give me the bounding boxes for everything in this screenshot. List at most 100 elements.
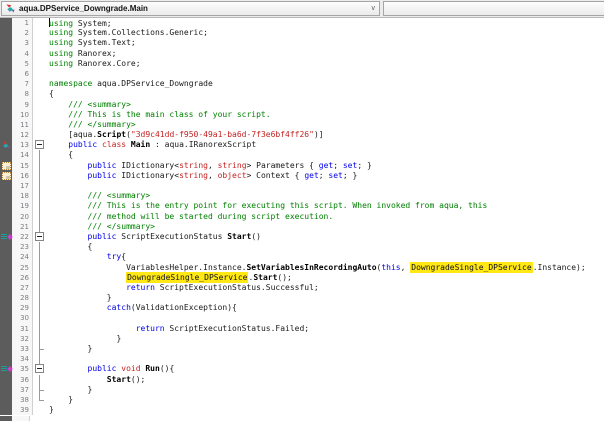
ranorex-script-icon (1, 140, 11, 150)
fold-margin (33, 150, 47, 160)
icon-margin (0, 150, 12, 160)
code-line[interactable]: 8{ (0, 89, 604, 99)
code-text: return ScriptExecutionStatus.Successful; (47, 283, 604, 293)
code-line[interactable]: 38 } (0, 395, 604, 405)
fold-margin[interactable] (33, 232, 47, 242)
fold-margin (33, 405, 47, 415)
code-line[interactable]: 24 try{ (0, 252, 604, 262)
code-text: public class Main : aqua.IRanorexScript (47, 140, 604, 150)
code-line[interactable]: 26 DowngradeSingle_DPService.Start(); (0, 273, 604, 283)
code-line[interactable]: 15 public IDictionary<string, string> Pa… (0, 161, 604, 171)
code-line[interactable]: 27 return ScriptExecutionStatus.Successf… (0, 283, 604, 293)
fold-margin[interactable] (33, 140, 47, 150)
code-line[interactable]: 10 /// This is the main class of your sc… (0, 110, 604, 120)
fold-margin (33, 59, 47, 69)
fold-margin (33, 100, 47, 110)
icon-margin (0, 293, 12, 303)
line-number: 25 (12, 263, 33, 273)
fold-margin (33, 89, 47, 99)
code-line[interactable]: 34 (0, 354, 604, 364)
code-text: /// <summary> (47, 100, 604, 110)
code-line[interactable]: 32 } (0, 334, 604, 344)
line-number: 30 (12, 313, 33, 323)
fold-margin (33, 334, 47, 344)
code-text: } (47, 344, 604, 354)
code-line[interactable]: 7namespace aqua.DPService_Downgrade (0, 79, 604, 89)
icon-margin (0, 89, 12, 99)
code-editor[interactable]: 1using System;2using System.Collections.… (0, 18, 604, 415)
code-line[interactable]: 2using System.Collections.Generic; (0, 28, 604, 38)
fold-collapse-box[interactable] (35, 364, 44, 373)
icon-margin (0, 273, 12, 283)
icon-margin (0, 395, 12, 405)
code-line[interactable]: 21 /// </summary> (0, 222, 604, 232)
icon-margin (0, 49, 12, 59)
code-line[interactable]: 39} (0, 405, 604, 415)
line-number: 39 (12, 405, 33, 415)
line-number: 31 (12, 324, 33, 334)
member-dropdown[interactable] (383, 1, 604, 16)
code-line[interactable]: 20 /// method will be started during scr… (0, 212, 604, 222)
code-line[interactable]: 30 (0, 313, 604, 323)
line-number: 33 (12, 344, 33, 354)
code-line[interactable]: 3using System.Text; (0, 38, 604, 48)
code-line[interactable]: 22 public ScriptExecutionStatus Start() (0, 232, 604, 242)
code-line[interactable]: 1using System; (0, 18, 604, 28)
file-dropdown[interactable]: aqua.DPService_Downgrade.Main v (1, 1, 380, 16)
code-text: using Ranorex; (47, 49, 604, 59)
fold-margin (33, 120, 47, 130)
line-number: 7 (12, 79, 33, 89)
code-text: /// This is the main class of your scrip… (47, 110, 604, 120)
code-line[interactable]: 36 Start(); (0, 375, 604, 385)
code-text: using System.Text; (47, 38, 604, 48)
code-line[interactable]: 25 VariablesHelper.Instance.SetVariables… (0, 263, 604, 273)
code-line[interactable]: 35 public void Run(){ (0, 364, 604, 374)
line-number: 13 (12, 140, 33, 150)
code-line[interactable]: 31 return ScriptExecutionStatus.Failed; (0, 324, 604, 334)
code-line[interactable]: 12 [aqua.Script("3d9c41dd-f950-49a1-ba6d… (0, 130, 604, 140)
code-line[interactable]: 16 public IDictionary<string, object> Co… (0, 171, 604, 181)
code-line[interactable]: 29 catch(ValidationException){ (0, 303, 604, 313)
fold-margin (33, 354, 47, 364)
line-number: 20 (12, 212, 33, 222)
method-bookmark-icon (1, 233, 12, 241)
code-line[interactable]: 28 } (0, 293, 604, 303)
line-number: 22 (12, 232, 33, 242)
code-line[interactable]: 23 { (0, 242, 604, 252)
fold-collapse-box[interactable] (35, 140, 44, 149)
code-text: Start(); (47, 375, 604, 385)
code-line[interactable]: 17 (0, 181, 604, 191)
code-line[interactable]: 5using Ranorex.Core; (0, 59, 604, 69)
fold-margin (33, 313, 47, 323)
code-line[interactable]: 13 public class Main : aqua.IRanorexScri… (0, 140, 604, 150)
code-line[interactable]: 4using Ranorex; (0, 49, 604, 59)
icon-margin (0, 364, 12, 374)
code-line[interactable]: 11 /// </summary> (0, 120, 604, 130)
icon-margin (0, 252, 12, 262)
line-number: 18 (12, 191, 33, 201)
fold-margin[interactable] (33, 364, 47, 374)
icon-margin (0, 38, 12, 48)
code-line[interactable]: 37 } (0, 385, 604, 395)
line-number: 9 (12, 100, 33, 110)
code-line[interactable]: 18 /// <summary> (0, 191, 604, 201)
code-line[interactable]: 33 } (0, 344, 604, 354)
icon-margin (0, 201, 12, 211)
icon-margin (0, 354, 12, 364)
line-number: 36 (12, 375, 33, 385)
code-text: try{ (47, 252, 604, 262)
icon-margin (0, 110, 12, 120)
code-line[interactable]: 14 { (0, 150, 604, 160)
icon-margin-end (0, 416, 12, 421)
code-line[interactable]: 9 /// <summary> (0, 100, 604, 110)
code-text (47, 313, 604, 323)
code-line[interactable]: 19 /// This is the entry point for execu… (0, 201, 604, 211)
fold-collapse-box[interactable] (35, 232, 44, 241)
fold-margin (33, 28, 47, 38)
fold-margin (33, 222, 47, 232)
icon-margin (0, 171, 12, 181)
code-line[interactable]: 6 (0, 69, 604, 79)
line-number: 26 (12, 273, 33, 283)
code-text: using System; (47, 18, 604, 28)
fold-margin (33, 263, 47, 273)
